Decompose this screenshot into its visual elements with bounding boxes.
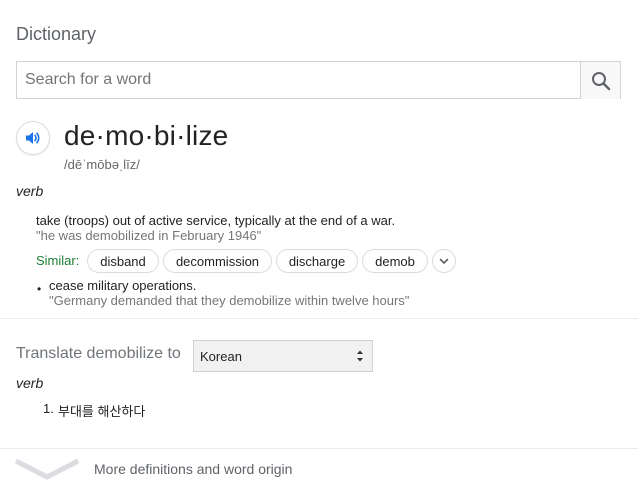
pronunciation-button[interactable] bbox=[16, 121, 50, 155]
expand-similar-button[interactable] bbox=[432, 249, 456, 273]
select-arrows-icon bbox=[357, 350, 363, 362]
speaker-icon bbox=[26, 132, 40, 144]
similar-chip-demob[interactable]: demob bbox=[362, 249, 428, 273]
search-button[interactable] bbox=[580, 62, 620, 99]
similar-chip-decommission[interactable]: decommission bbox=[163, 249, 272, 273]
phonetic-spelling: /dēˈmōbəˌlīz/ bbox=[64, 157, 140, 172]
search-input[interactable] bbox=[17, 62, 581, 98]
bullet-icon: • bbox=[37, 282, 42, 296]
similar-label: Similar: bbox=[36, 253, 80, 268]
headword: de·mo·bi·lize bbox=[64, 120, 229, 151]
similar-chip-disband[interactable]: disband bbox=[87, 249, 159, 273]
example-1: "he was demobilized in February 1946" bbox=[36, 228, 262, 243]
search-icon bbox=[591, 71, 610, 90]
definition-2: cease military operations. bbox=[49, 278, 197, 293]
expand-chevron-icon[interactable] bbox=[14, 456, 80, 482]
search-box bbox=[16, 61, 621, 99]
dictionary-title: Dictionary bbox=[16, 24, 97, 44]
section-divider bbox=[0, 318, 638, 319]
language-select-value: Korean bbox=[200, 348, 242, 364]
similar-chip-discharge[interactable]: discharge bbox=[276, 249, 358, 273]
footer-divider bbox=[0, 448, 638, 449]
definition-1: take (troops) out of active service, typ… bbox=[36, 213, 396, 228]
translation-part-of-speech: verb bbox=[16, 375, 44, 391]
translate-label: Translate demobilize to bbox=[16, 345, 181, 362]
more-definitions-link[interactable]: More definitions and word origin bbox=[94, 461, 292, 477]
translation-text: 부대를 해산하다 bbox=[58, 404, 146, 419]
language-select[interactable]: Korean bbox=[193, 340, 373, 372]
translation-number: 1. bbox=[43, 401, 54, 416]
part-of-speech: verb bbox=[16, 183, 44, 199]
chevron-down-icon bbox=[439, 258, 449, 264]
example-2: "Germany demanded that they demobilize w… bbox=[49, 293, 410, 308]
dictionary-card: Dictionary de·mo·bi·lize /dēˈmōbəˌlīz/ v… bbox=[0, 0, 638, 489]
